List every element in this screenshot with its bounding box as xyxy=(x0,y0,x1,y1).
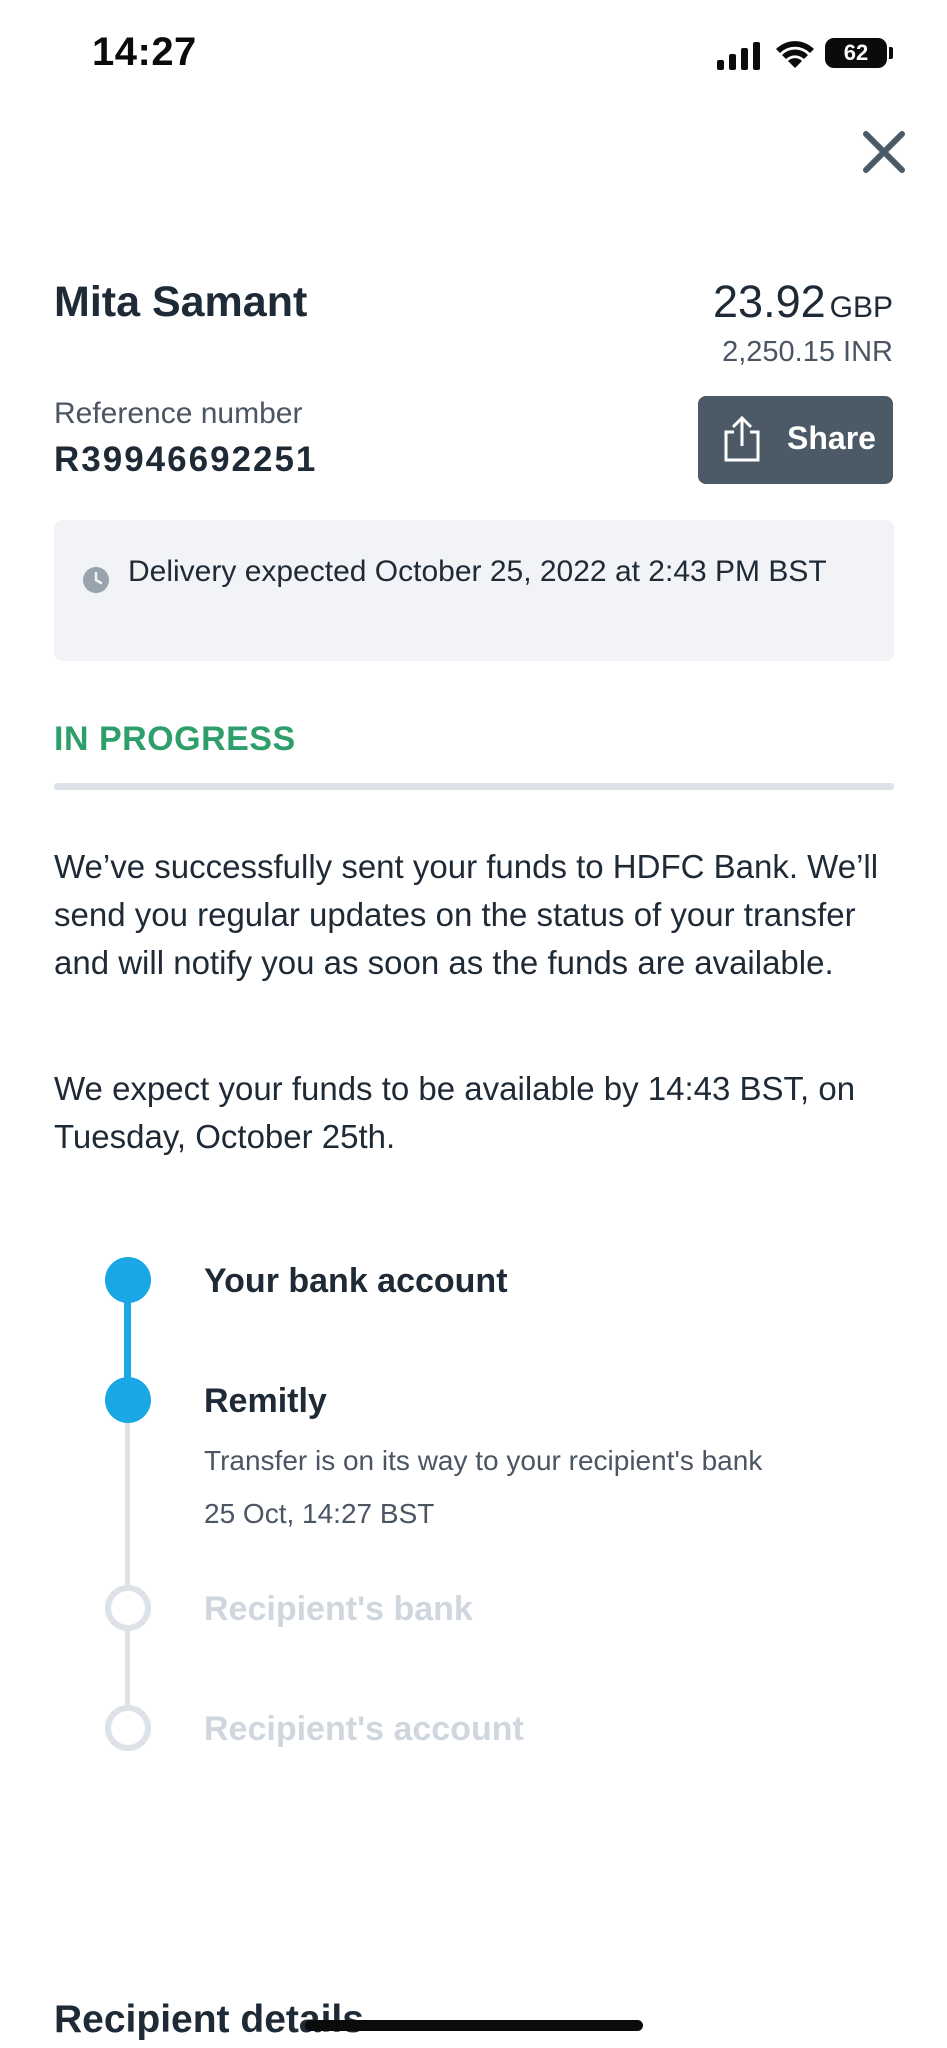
wifi-icon xyxy=(776,41,814,68)
timeline-dot-current xyxy=(105,1377,151,1423)
battery-icon: 62 xyxy=(825,38,887,68)
timeline-pending-line xyxy=(125,1400,130,1730)
share-icon xyxy=(724,416,760,462)
timeline-step-title: Your bank account xyxy=(204,1262,508,1300)
status-divider xyxy=(54,783,894,790)
status-label: IN PROGRESS xyxy=(54,720,296,758)
home-indicator[interactable] xyxy=(305,2020,643,2031)
battery-tip xyxy=(889,47,893,59)
amount-currency: GBP xyxy=(829,291,893,324)
signal-icon xyxy=(717,42,760,70)
close-icon[interactable] xyxy=(856,124,912,180)
timeline-step-subtitle: Transfer is on its way to your recipient… xyxy=(204,1445,763,1476)
reference-number: R39946692251 xyxy=(54,440,318,479)
timeline-dot-pending xyxy=(105,1705,151,1751)
timeline-step-title: Recipient's bank xyxy=(204,1590,473,1628)
status-description: We’ve successfully sent your funds to HD… xyxy=(54,848,879,981)
delivery-expected-text: Delivery expected October 25, 2022 at 2:… xyxy=(128,555,827,588)
timeline-dot-pending xyxy=(105,1585,151,1631)
status-bar: 14:27 62 xyxy=(0,0,947,110)
status-time: 14:27 xyxy=(92,30,197,74)
received-amount: 2,250.15 INR xyxy=(722,336,893,368)
timeline-step-title: Remitly xyxy=(204,1382,327,1420)
transfer-amount: 23.92 GBP xyxy=(713,276,893,328)
transfer-timeline: Your bank account Remitly Transfer is on… xyxy=(0,1250,947,1770)
delivery-info-box: Delivery expected October 25, 2022 at 2:… xyxy=(54,520,894,661)
transfer-details-screen: 14:27 62 Mita Samant 23.92 GBP 2,250.15 I… xyxy=(0,0,947,2048)
availability-text: We expect your funds to be available by … xyxy=(54,1070,856,1155)
timeline-dot-done xyxy=(105,1257,151,1303)
clock-icon xyxy=(83,567,109,593)
timeline-step-title: Recipient's account xyxy=(204,1710,524,1748)
share-label: Share xyxy=(787,420,876,456)
reference-label: Reference number xyxy=(54,397,303,430)
amount-value: 23.92 xyxy=(713,276,826,327)
recipient-name: Mita Samant xyxy=(54,278,308,326)
share-button[interactable]: Share xyxy=(698,396,893,484)
battery-level: 62 xyxy=(843,40,869,65)
timeline-step-timestamp: 25 Oct, 14:27 BST xyxy=(204,1498,435,1529)
